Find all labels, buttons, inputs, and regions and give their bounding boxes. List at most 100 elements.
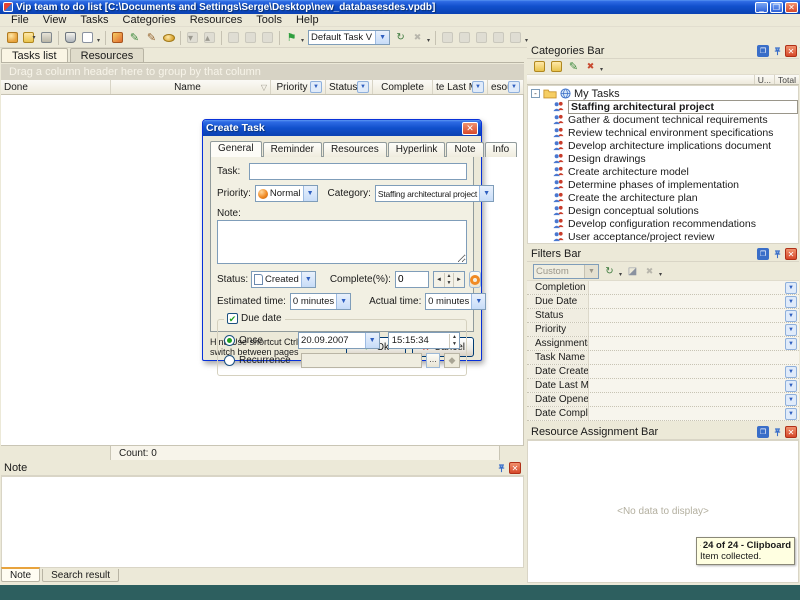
categories-restore-button[interactable]: ❐ [757, 45, 769, 57]
open-dropdown-arrow[interactable]: ▾ [32, 34, 35, 41]
recurrence-diamond-button[interactable]: ◆ [444, 353, 460, 368]
refresh-list-button[interactable] [259, 30, 276, 46]
filter-row[interactable]: Status▼ [527, 309, 799, 323]
filters-restore-button[interactable]: ❐ [757, 248, 769, 260]
menu-tools[interactable]: Tools [249, 14, 289, 26]
column-used[interactable]: U... [754, 75, 774, 84]
clear-view-button[interactable]: ✖ [409, 30, 426, 46]
column-complete[interactable]: Complete [373, 80, 433, 94]
combo-arrow-icon[interactable]: ▼ [303, 186, 317, 201]
filters-close-button[interactable]: ✕ [785, 248, 797, 260]
filter-dropdown-icon[interactable]: ▼ [785, 296, 797, 308]
resource-close-button[interactable]: ✕ [785, 426, 797, 438]
toolbar-overflow[interactable]: ▾ [427, 37, 430, 44]
filter-dropdown-icon[interactable]: ▼ [785, 380, 797, 392]
tree-item[interactable]: Gather & document technical requirements [528, 113, 798, 126]
close-button[interactable]: ✕ [785, 2, 798, 13]
spin-up-icon[interactable]: ▲ [445, 273, 453, 280]
combo-arrow-icon[interactable]: ▼ [375, 31, 389, 44]
assign-resource-button[interactable] [439, 30, 456, 46]
clear-filter-button[interactable]: ◪ [624, 263, 641, 279]
due-date-combo[interactable]: 20.09.2007 ▼ [298, 332, 380, 349]
filter-row[interactable]: Assignments▼ [527, 337, 799, 351]
filter-row[interactable]: Date Completed▼ [527, 407, 799, 421]
toolbar-overflow[interactable]: ▾ [97, 37, 100, 44]
tab-resources[interactable]: Resources [70, 48, 145, 62]
tree-item[interactable]: Create the architecture plan [528, 191, 798, 204]
toolbar-overflow[interactable]: ▾ [525, 37, 528, 44]
filter-row[interactable]: Completion▼ [527, 281, 799, 295]
tree-item[interactable]: Staffing architectural project [528, 100, 798, 113]
categories-pin-button[interactable] [771, 45, 783, 57]
filter-row[interactable]: Date Last Modifi▼ [527, 379, 799, 393]
due-time-spinner[interactable]: 15:15:34 ▲▼ [388, 332, 460, 349]
tree-item[interactable]: Review technical environment specificati… [528, 126, 798, 139]
tab-hyperlink[interactable]: Hyperlink [388, 142, 446, 157]
priority-combo[interactable]: Normal ▼ [255, 185, 318, 202]
due-date-legend[interactable]: ✔ Due date [224, 313, 285, 324]
filter-arrow-icon[interactable]: ▼ [472, 81, 484, 93]
spin-right-icon[interactable]: ► [454, 277, 464, 283]
tree-item[interactable]: Design drawings [528, 152, 798, 165]
combo-arrow-icon[interactable]: ▼ [365, 333, 379, 348]
filter-arrow-icon[interactable]: ▼ [310, 81, 322, 93]
spin-up-icon[interactable]: ▲ [450, 334, 459, 341]
column-total[interactable]: Total [774, 75, 799, 84]
combo-arrow-icon[interactable]: ▼ [471, 294, 485, 309]
tree-item[interactable]: Determine phases of implementation [528, 178, 798, 191]
combo-arrow-icon[interactable]: ▼ [301, 272, 315, 287]
column-resource[interactable]: esource▼ [488, 80, 524, 94]
filter-arrow-icon[interactable]: ▼ [357, 81, 369, 93]
pin-icon[interactable] [495, 462, 507, 474]
filter-row[interactable]: Priority▼ [527, 323, 799, 337]
group-by-bar[interactable]: Drag a column header here to group by th… [1, 64, 524, 80]
tab-tasks-list[interactable]: Tasks list [1, 48, 68, 62]
delete-category-button[interactable]: ✖ [582, 59, 599, 75]
status-combo[interactable]: Created ▼ [251, 271, 316, 288]
apply-view-button[interactable]: ↻ [392, 30, 409, 46]
send-task-button[interactable] [490, 30, 507, 46]
view-task-button[interactable] [160, 30, 177, 46]
resource-pin-button[interactable] [771, 426, 783, 438]
recurrence-browse-button[interactable]: … [426, 353, 440, 368]
title-bar[interactable]: Vip team to do list [C:\Documents and Se… [0, 0, 800, 14]
recurrence-radio[interactable] [224, 355, 235, 366]
column-priority[interactable]: Priority▼ [271, 80, 326, 94]
spin-down-icon[interactable]: ▼ [450, 341, 459, 348]
toolbar-overflow[interactable]: ▾ [301, 37, 304, 44]
tab-search-result[interactable]: Search result [42, 569, 119, 582]
toolbar-overflow[interactable]: ▾ [619, 271, 622, 278]
column-done[interactable]: Done [1, 80, 111, 94]
actual-time-combo[interactable]: 0 minutes ▼ [425, 293, 486, 310]
filter-row[interactable]: Due Date▼ [527, 295, 799, 309]
dialog-close-button[interactable]: ✕ [462, 122, 478, 135]
note-textarea[interactable] [217, 220, 467, 264]
edit-category-button[interactable]: ✎ [565, 59, 582, 75]
combo-arrow-icon[interactable]: ▼ [479, 186, 493, 201]
save-button[interactable] [38, 30, 55, 46]
tree-item[interactable]: User acceptance/project review [528, 230, 798, 243]
tree-item[interactable]: Develop configuration recommendations [528, 217, 798, 230]
task-view-button[interactable]: ⚑ [283, 30, 300, 46]
uncomplete-task-button[interactable]: ▴ [201, 30, 218, 46]
filter-dropdown-icon[interactable]: ▼ [785, 282, 797, 294]
filter-dropdown-icon[interactable]: ▼ [785, 338, 797, 350]
restore-button[interactable]: ❐ [770, 2, 783, 13]
tab-note[interactable]: Note [446, 142, 483, 157]
filter-row[interactable]: Task Name [527, 351, 799, 365]
resource-restore-button[interactable]: ❐ [757, 426, 769, 438]
time-updown[interactable]: ▲▼ [449, 334, 459, 348]
estimated-time-combo[interactable]: 0 minutes ▼ [290, 293, 351, 310]
filter-row[interactable]: Date Opened▼ [527, 393, 799, 407]
resource-assignment-area[interactable]: <No data to display> 24 of 24 - Clipboar… [527, 440, 799, 583]
filter-arrow-icon[interactable]: ▼ [508, 81, 520, 93]
tab-reminder[interactable]: Reminder [263, 142, 322, 157]
edit-task-button[interactable]: ✎ [126, 30, 143, 46]
filter-row[interactable]: Date Created▼ [527, 365, 799, 379]
note-content[interactable] [1, 476, 524, 568]
toolbar-overflow[interactable]: ▾ [659, 271, 662, 278]
delete-filter-button[interactable]: ✖ [641, 263, 658, 279]
toolbar-overflow[interactable]: ▾ [600, 66, 603, 73]
complete-input[interactable] [395, 271, 429, 288]
tree-item[interactable]: Design conceptual solutions [528, 204, 798, 217]
